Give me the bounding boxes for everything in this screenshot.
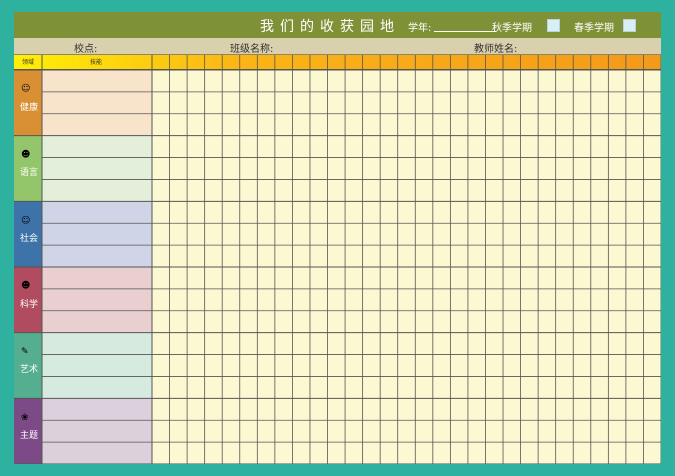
skill-band xyxy=(42,398,152,464)
skill-band xyxy=(42,267,152,333)
skill-band xyxy=(42,135,152,202)
skill-band xyxy=(42,201,152,267)
record-sheet: 我们的收获园地 学年: 秋季学期 春季学期 校点: 班级名称: 教师姓名: 领域… xyxy=(14,12,661,464)
skill-band xyxy=(42,70,152,136)
skill-band xyxy=(42,332,152,399)
record-grid xyxy=(14,55,661,464)
